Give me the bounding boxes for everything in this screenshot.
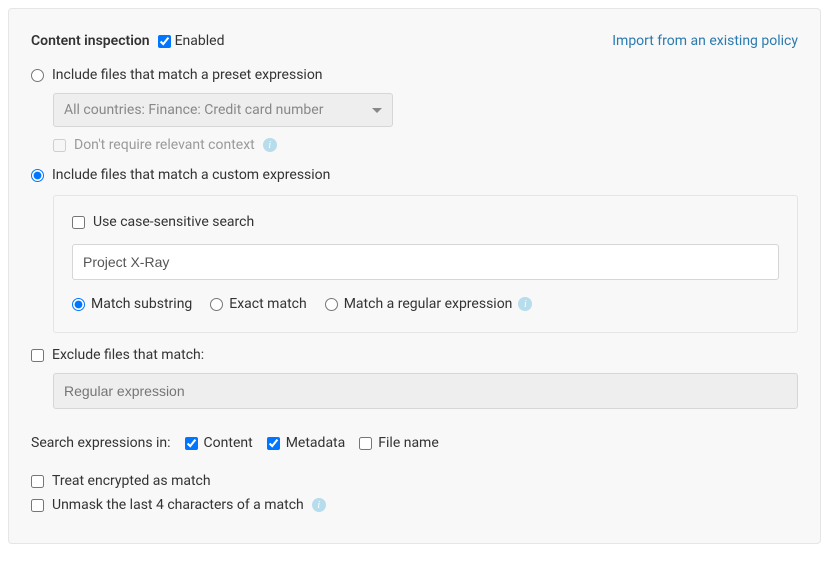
custom-expression-box: Use case-sensitive search Match substrin… xyxy=(53,195,798,333)
match-mode-group: Match substring Exact match Match a regu… xyxy=(72,296,779,312)
unmask-label: Unmask the last 4 characters of a match xyxy=(52,497,304,513)
match-regex-label: Match a regular expression xyxy=(344,296,513,312)
import-policy-link[interactable]: Import from an existing policy xyxy=(612,33,798,49)
match-substring-label: Match substring xyxy=(91,296,192,312)
enabled-checkbox[interactable] xyxy=(158,35,171,48)
info-icon: i xyxy=(263,138,277,152)
exclude-files-checkbox[interactable] xyxy=(31,349,44,362)
exclude-regex-input xyxy=(53,373,798,409)
info-icon: i xyxy=(518,297,532,311)
treat-encrypted-checkbox[interactable] xyxy=(31,475,44,488)
custom-expression-radio[interactable] xyxy=(31,169,44,182)
search-in-row: Search expressions in: Content Metadata … xyxy=(31,435,798,451)
treat-encrypted-label: Treat encrypted as match xyxy=(52,473,211,489)
case-sensitive-checkbox[interactable] xyxy=(72,216,85,229)
preset-expression-label: Include files that match a preset expres… xyxy=(52,67,323,83)
search-in-label: Search expressions in: xyxy=(31,435,171,451)
case-sensitive-label: Use case-sensitive search xyxy=(93,214,254,230)
exact-match-label: Exact match xyxy=(229,296,306,312)
search-filename-checkbox[interactable] xyxy=(359,437,372,450)
custom-expression-input[interactable] xyxy=(72,244,779,280)
search-filename-label: File name xyxy=(378,435,439,451)
exclude-files-label: Exclude files that match: xyxy=(52,347,204,363)
search-content-checkbox[interactable] xyxy=(185,437,198,450)
search-metadata-label: Metadata xyxy=(286,435,346,451)
search-metadata-checkbox[interactable] xyxy=(267,437,280,450)
require-context-checkbox xyxy=(53,139,66,152)
enabled-label: Enabled xyxy=(175,33,225,49)
match-regex-radio[interactable] xyxy=(325,298,338,311)
content-inspection-panel: Content inspection Enabled Import from a… xyxy=(8,8,821,544)
preset-expression-radio[interactable] xyxy=(31,69,44,82)
custom-expression-label: Include files that match a custom expres… xyxy=(52,167,330,183)
preset-select-value: All countries: Finance: Credit card numb… xyxy=(64,102,323,118)
info-icon: i xyxy=(312,498,326,512)
header-row: Content inspection Enabled Import from a… xyxy=(31,33,798,49)
unmask-checkbox[interactable] xyxy=(31,499,44,512)
exact-match-radio[interactable] xyxy=(210,298,223,311)
match-substring-radio[interactable] xyxy=(72,298,85,311)
search-content-label: Content xyxy=(204,435,253,451)
section-title: Content inspection xyxy=(31,33,150,49)
require-context-label: Don't require relevant context xyxy=(74,137,255,153)
preset-expression-select[interactable]: All countries: Finance: Credit card numb… xyxy=(53,93,393,127)
